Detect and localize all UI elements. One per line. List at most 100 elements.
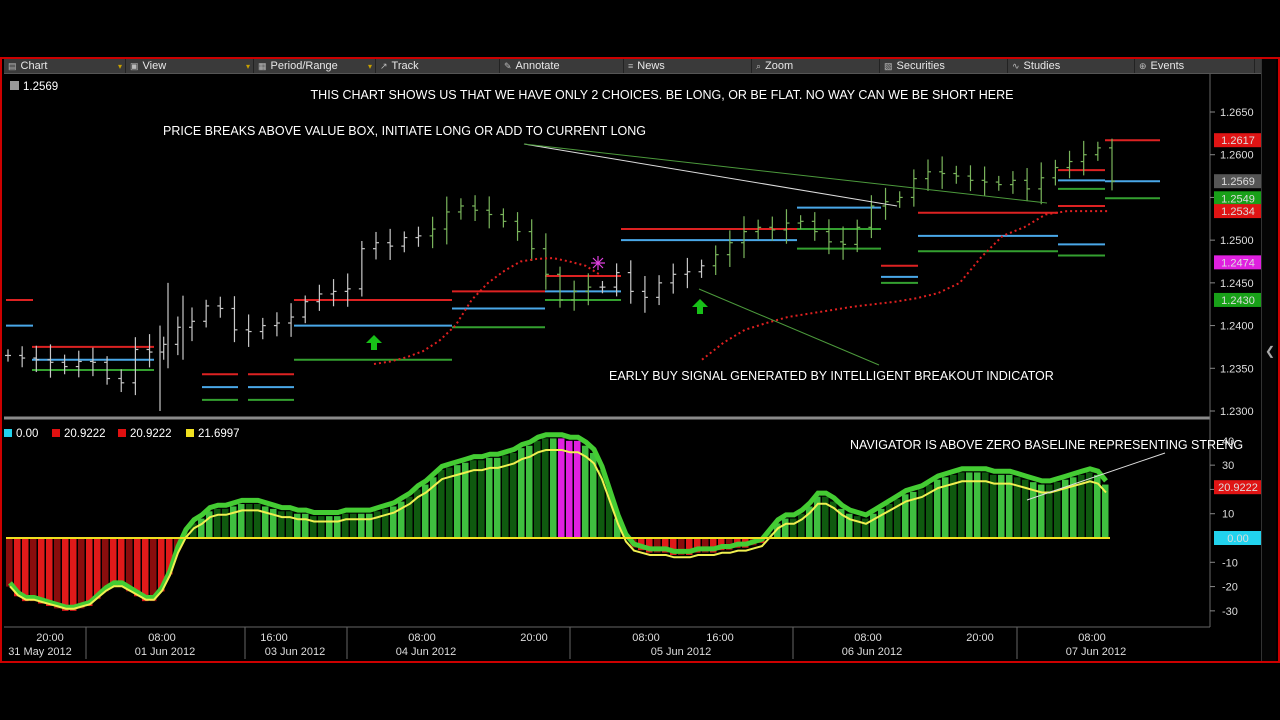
- histogram-bar: [358, 513, 365, 538]
- osc-y-tick-label: 10: [1222, 509, 1234, 521]
- ohlc-bar: [712, 245, 719, 275]
- histogram-bar: [526, 445, 533, 538]
- price-tag: 1.2430: [1214, 292, 1262, 307]
- ohlc-bar: [925, 159, 931, 191]
- histogram-bar: [302, 513, 309, 538]
- ohlc-bar: [939, 156, 946, 189]
- ohlc-bar: [203, 299, 210, 328]
- histogram-bar: [214, 508, 221, 538]
- ohlc-bar: [472, 195, 479, 222]
- histogram-bar: [94, 538, 101, 599]
- histogram-bar: [222, 508, 229, 538]
- ohlc-bar: [571, 280, 578, 311]
- signal-star-icon: [591, 256, 605, 270]
- zero-value-label: 0.00: [1227, 533, 1248, 545]
- histogram-bar: [294, 513, 301, 538]
- ohlc-bar: [698, 259, 705, 278]
- histogram-bar: [862, 518, 869, 538]
- annotation-early-buy: EARLY BUY SIGNAL GENERATED BY INTELLIGEN…: [609, 369, 1054, 383]
- ohlc-bar: [514, 212, 521, 241]
- histogram-bar: [782, 518, 789, 538]
- osc-y-tick-label: -20: [1222, 582, 1238, 594]
- x-time-label: 20:00: [520, 632, 548, 644]
- x-time-label: 16:00: [706, 632, 734, 644]
- y-tick-label: 1.2400: [1220, 321, 1254, 333]
- ohlc-bar: [627, 260, 634, 304]
- ohlc-bar: [358, 240, 365, 297]
- histogram-bar: [62, 538, 69, 611]
- ohlc-bar: [330, 279, 337, 307]
- histogram-bar: [366, 513, 373, 538]
- annotation-pointer: [523, 143, 898, 207]
- price-tag: 1.2617: [1214, 133, 1262, 148]
- histogram-bar: [790, 518, 797, 538]
- legend-swatch: [10, 81, 19, 90]
- ohlc-bar: [1038, 162, 1045, 205]
- ohlc-bar: [811, 212, 818, 241]
- x-time-label: 08:00: [1078, 632, 1106, 644]
- right-scrollbar[interactable]: ❮: [1261, 59, 1276, 661]
- x-date-label: 06 Jun 2012: [842, 646, 903, 658]
- histogram-bar: [150, 538, 157, 602]
- osc-legend-value: 20.9222: [130, 428, 172, 440]
- histogram-bar: [382, 508, 389, 538]
- histogram-bar: [582, 445, 589, 538]
- x-time-label: 08:00: [408, 632, 436, 644]
- price-tag-label: 1.2474: [1221, 257, 1255, 269]
- x-time-label: 16:00: [260, 632, 288, 644]
- histogram-bar: [558, 438, 565, 538]
- histogram-bar: [854, 516, 861, 538]
- ohlc-bar: [1009, 171, 1016, 194]
- ohlc-bar: [429, 216, 436, 249]
- osc-y-tick-label: 30: [1222, 460, 1234, 472]
- histogram-bar: [342, 513, 349, 538]
- price-tag: 1.2549: [1214, 191, 1262, 206]
- histogram-bar: [30, 538, 37, 602]
- price-tag-label: 1.2534: [1221, 206, 1255, 218]
- histogram-bar: [6, 538, 13, 587]
- ohlc-bar: [231, 296, 238, 343]
- histogram-bar: [502, 455, 509, 538]
- histogram-bar: [54, 538, 61, 609]
- ohlc-bar: [528, 219, 535, 261]
- ohlc-bar: [387, 228, 394, 260]
- histogram-bar: [38, 538, 45, 604]
- histogram-bar: [494, 457, 501, 538]
- histogram-bar: [102, 538, 109, 592]
- x-date-label: 07 Jun 2012: [1066, 646, 1127, 658]
- histogram-bar: [70, 538, 77, 611]
- ohlc-bar: [373, 231, 379, 260]
- ohlc-bar: [783, 209, 790, 244]
- chart-canvas: 1.23001.23501.24001.24501.25001.25501.26…: [4, 74, 1262, 659]
- ohlc-bar: [457, 198, 464, 220]
- ohlc-bar: [656, 275, 663, 306]
- price-tag-label: 1.2569: [1221, 176, 1255, 188]
- histogram-bar: [246, 504, 253, 538]
- ohlc-bar: [75, 350, 82, 378]
- annotation-navigator: NAVIGATOR IS ABOVE ZERO BASELINE REPRESE…: [850, 438, 1243, 452]
- histogram-bar: [134, 538, 141, 597]
- ohlc-bar: [415, 226, 422, 247]
- histogram-bar: [510, 453, 517, 538]
- ohlc-bar: [259, 317, 266, 340]
- x-time-label: 20:00: [966, 632, 994, 644]
- trailing-stop-line: [373, 257, 603, 365]
- ohlc-bar: [1024, 168, 1031, 202]
- osc-value-label: 20.9222: [1218, 482, 1258, 494]
- price-tag-label: 1.2617: [1221, 135, 1255, 147]
- osc-legend-value: 0.00: [16, 428, 38, 440]
- ohlc-bar: [840, 226, 847, 260]
- buy-arrow-icon: [366, 335, 382, 350]
- histogram-bar: [142, 538, 149, 602]
- ohlc-bar: [1052, 159, 1059, 186]
- trailing-stop-line: [701, 210, 1110, 361]
- ohlc-bar: [500, 208, 507, 228]
- histogram-bar: [78, 538, 85, 609]
- chevron-left-icon[interactable]: ❮: [1265, 344, 1275, 358]
- x-date-label: 31 May 2012: [8, 646, 72, 658]
- y-tick-label: 1.2500: [1220, 235, 1254, 247]
- osc-legend-swatch: [52, 429, 60, 437]
- ohlc-bar: [288, 303, 295, 337]
- histogram-bar: [254, 504, 261, 538]
- histogram-bar: [310, 516, 317, 538]
